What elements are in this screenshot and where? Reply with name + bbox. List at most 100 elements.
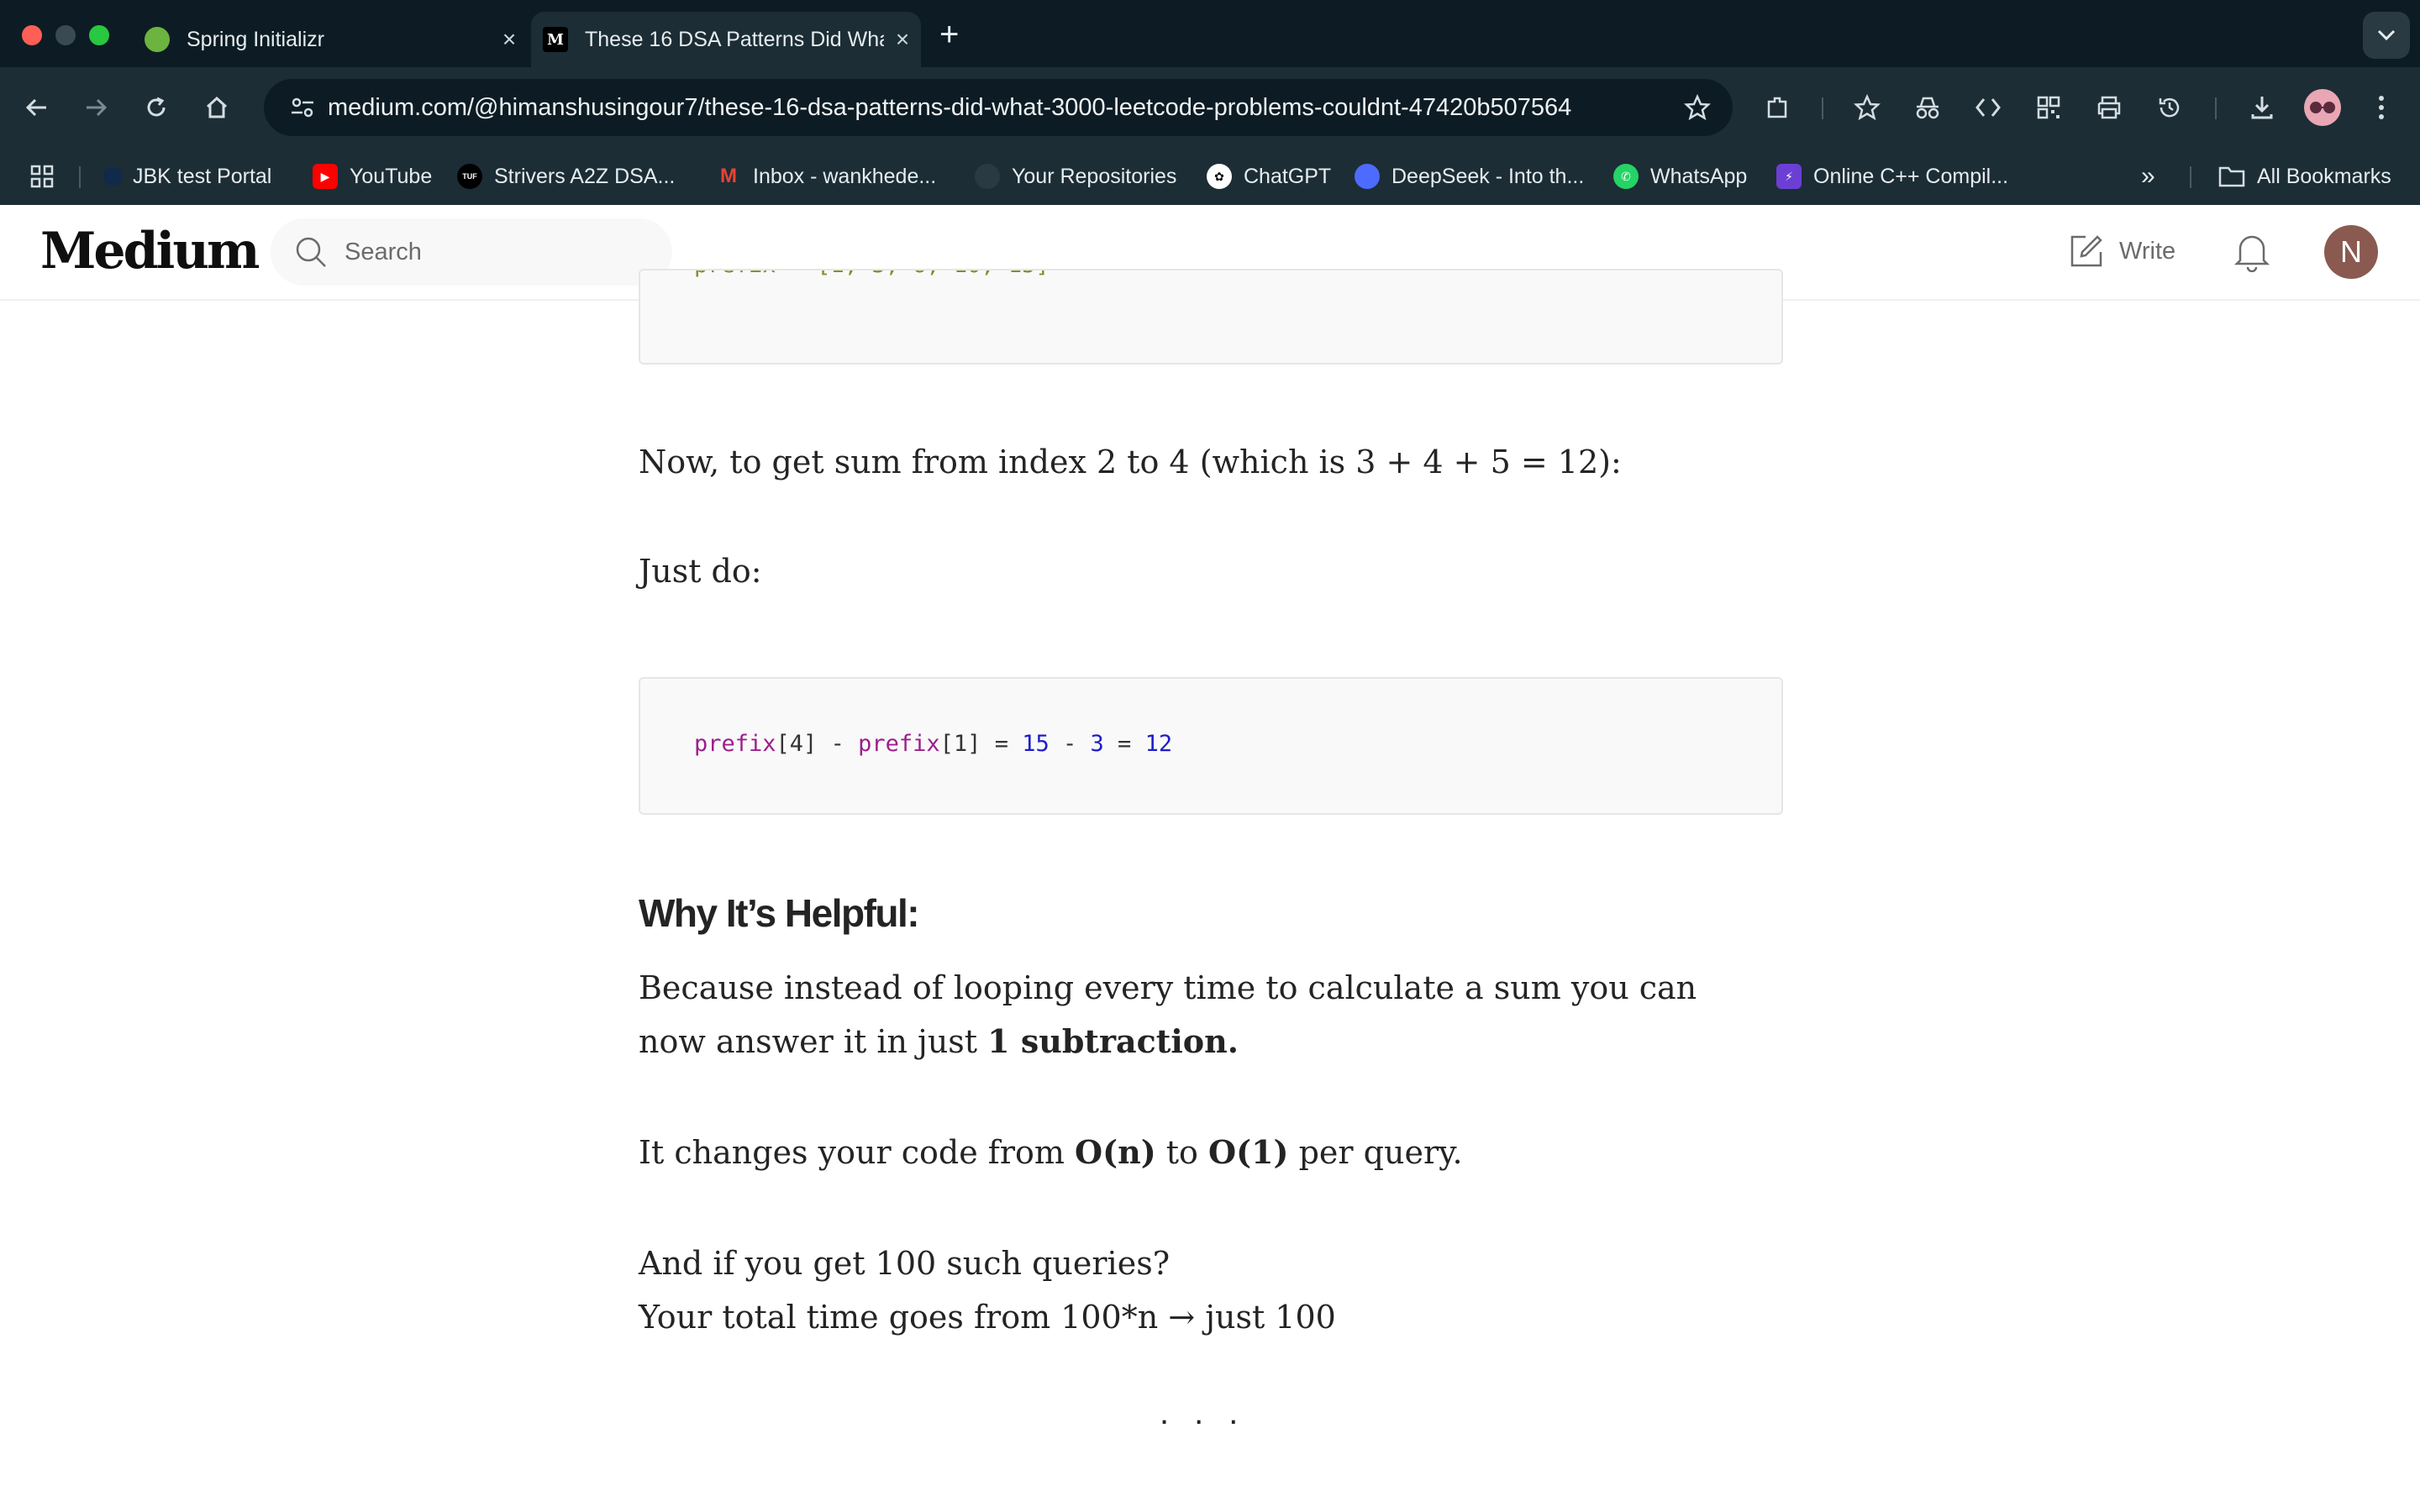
apps-button[interactable] bbox=[30, 148, 54, 205]
code-token: = bbox=[1103, 731, 1145, 757]
zoom-window-button[interactable] bbox=[89, 25, 109, 45]
youtube-icon: ▶ bbox=[313, 164, 338, 189]
back-arrow-icon bbox=[25, 98, 46, 117]
url-text[interactable]: medium.com/@himanshusingour7/these-16-ds… bbox=[328, 94, 1672, 122]
bookmark-divider bbox=[79, 166, 81, 188]
reload-button[interactable] bbox=[134, 86, 178, 129]
tab-title: Spring Initializr bbox=[187, 27, 324, 51]
bookmark-github-repositories[interactable]: Your Repositories bbox=[975, 148, 1176, 205]
bookmark-strivers-a2z[interactable]: TUF Strivers A2Z DSA... bbox=[457, 148, 675, 205]
bookmark-jbk-test-portal[interactable]: JBK test Portal bbox=[104, 148, 271, 205]
site-info-icon[interactable] bbox=[277, 97, 328, 118]
more-bookmarks-button[interactable]: » bbox=[2141, 148, 2155, 205]
bookmark-deepseek[interactable]: DeepSeek - Into th... bbox=[1355, 148, 1584, 205]
bookmark-whatsapp[interactable]: ✆ WhatsApp bbox=[1613, 148, 1747, 205]
search-icon bbox=[294, 235, 328, 269]
whatsapp-icon: ✆ bbox=[1613, 164, 1639, 189]
paragraph-bold-text: O(n) bbox=[1074, 1133, 1156, 1171]
address-bar[interactable]: medium.com/@himanshusingour7/these-16-ds… bbox=[264, 79, 1733, 136]
bookmark-manager-button[interactable] bbox=[1845, 86, 1889, 129]
bookmarks-bar: JBK test Portal ▶ YouTube TUF Strivers A… bbox=[0, 148, 2420, 207]
history-button[interactable] bbox=[2148, 86, 2191, 129]
developer-tools-button[interactable] bbox=[1966, 86, 2010, 129]
reload-icon bbox=[147, 97, 166, 117]
bookmark-label: DeepSeek - Into th... bbox=[1392, 164, 1585, 188]
close-tab-icon[interactable]: × bbox=[491, 26, 528, 53]
bookmark-label: JBK test Portal bbox=[133, 164, 272, 188]
bookmark-online-cpp-compiler[interactable]: ⚡ Online C++ Compil... bbox=[1776, 148, 2008, 205]
bookmark-label: Inbox - wankhede... bbox=[753, 164, 937, 188]
tab-spring-initializr[interactable]: Spring Initializr × bbox=[133, 12, 528, 67]
paragraph-queries: And if you get 100 such queries? Your to… bbox=[639, 1236, 1781, 1344]
folder-icon bbox=[2218, 166, 2245, 187]
bookmark-star-icon[interactable] bbox=[1672, 94, 1723, 121]
paragraph-because: Because instead of looping every time to… bbox=[639, 961, 1731, 1068]
gmail-icon: M bbox=[720, 165, 737, 187]
all-bookmarks-button[interactable]: All Bookmarks bbox=[2218, 148, 2391, 205]
paragraph-text: per query. bbox=[1288, 1134, 1463, 1171]
minimize-window-button[interactable] bbox=[55, 25, 76, 45]
incognito-icon bbox=[1916, 97, 1939, 119]
extensions-button[interactable] bbox=[1756, 86, 1800, 129]
downloads-button[interactable] bbox=[2240, 86, 2284, 129]
write-button[interactable]: Write bbox=[2069, 234, 2175, 269]
medium-logo[interactable]: Medium bbox=[40, 222, 260, 281]
bookmark-label: YouTube bbox=[350, 164, 433, 188]
forward-button[interactable] bbox=[74, 86, 118, 129]
qr-code-button[interactable] bbox=[2027, 86, 2070, 129]
print-button[interactable] bbox=[2087, 86, 2131, 129]
home-icon bbox=[206, 96, 228, 118]
history-icon bbox=[2159, 97, 2180, 118]
code-token: [1] bbox=[939, 731, 981, 757]
back-button[interactable] bbox=[15, 86, 59, 129]
browser-menu-button[interactable] bbox=[2360, 86, 2403, 129]
paragraph-bold-text: O(1) bbox=[1208, 1133, 1289, 1171]
bookmark-label: Your Repositories bbox=[1012, 164, 1177, 188]
bookmark-divider bbox=[2190, 166, 2191, 188]
code-line: prefix[4] - prefix[1] = 15 - 3 = 12 bbox=[694, 731, 1172, 757]
bookmark-youtube[interactable]: ▶ YouTube bbox=[313, 148, 432, 205]
paragraph-just-do: Just do: bbox=[639, 553, 762, 590]
github-icon bbox=[975, 164, 1000, 189]
chevron-down-icon bbox=[2377, 29, 2396, 41]
all-bookmarks-label: All Bookmarks bbox=[2257, 164, 2391, 188]
close-window-button[interactable] bbox=[22, 25, 42, 45]
bookmark-gmail-inbox[interactable]: M Inbox - wankhede... bbox=[716, 148, 936, 205]
user-avatar[interactable]: N bbox=[2324, 225, 2378, 279]
kebab-menu-icon bbox=[2379, 96, 2384, 119]
section-heading: Why It’s Helpful: bbox=[639, 891, 920, 935]
tuf-icon: TUF bbox=[457, 164, 482, 189]
code-token: 3 bbox=[1090, 731, 1104, 757]
paragraph-sum-intro: Now, to get sum from index 2 to 4 (which… bbox=[639, 444, 1622, 480]
code-token: - bbox=[1049, 731, 1091, 757]
home-button[interactable] bbox=[195, 86, 239, 129]
search-input[interactable]: Search bbox=[345, 239, 422, 266]
code-token: prefix bbox=[694, 731, 776, 757]
forward-arrow-icon bbox=[87, 98, 108, 117]
bookmark-chatgpt[interactable]: ✿ ChatGPT bbox=[1207, 148, 1331, 205]
paragraph-bold-text: 1 subtraction. bbox=[987, 1022, 1239, 1060]
qr-code-icon bbox=[2037, 96, 2060, 119]
bookmark-label: WhatsApp bbox=[1650, 164, 1748, 188]
browser-profile-avatar[interactable] bbox=[2304, 89, 2341, 126]
download-icon bbox=[2251, 97, 2273, 119]
tab-medium-article[interactable]: M These 16 DSA Patterns Did What 3000 Le… bbox=[531, 12, 921, 67]
close-tab-icon[interactable]: × bbox=[884, 26, 921, 53]
medium-favicon-icon: M bbox=[543, 27, 568, 52]
new-tab-button[interactable]: + bbox=[939, 13, 959, 55]
toolbar-divider bbox=[2215, 97, 2217, 119]
tab-search-menu-button[interactable] bbox=[2363, 12, 2410, 59]
code-block-prefix-array: prefix = [1, 3, 6, 10, 15] bbox=[639, 269, 1783, 365]
spring-icon bbox=[145, 27, 170, 52]
code-token: = bbox=[981, 731, 1023, 757]
code-token: [4] bbox=[776, 731, 818, 757]
paragraph-complexity: It changes your code from O(n) to O(1) p… bbox=[639, 1126, 1781, 1179]
bookmark-label: ChatGPT bbox=[1244, 164, 1332, 188]
search-bar[interactable]: Search bbox=[271, 218, 672, 286]
notifications-button[interactable] bbox=[2232, 230, 2272, 272]
write-label: Write bbox=[2119, 237, 2176, 265]
incognito-button[interactable] bbox=[1906, 86, 1949, 129]
code-token: 15 bbox=[1022, 731, 1050, 757]
code-line: prefix = [1, 3, 6, 10, 15] bbox=[694, 270, 1050, 278]
browser-tab-bar: Spring Initializr × M These 16 DSA Patte… bbox=[0, 0, 2420, 67]
